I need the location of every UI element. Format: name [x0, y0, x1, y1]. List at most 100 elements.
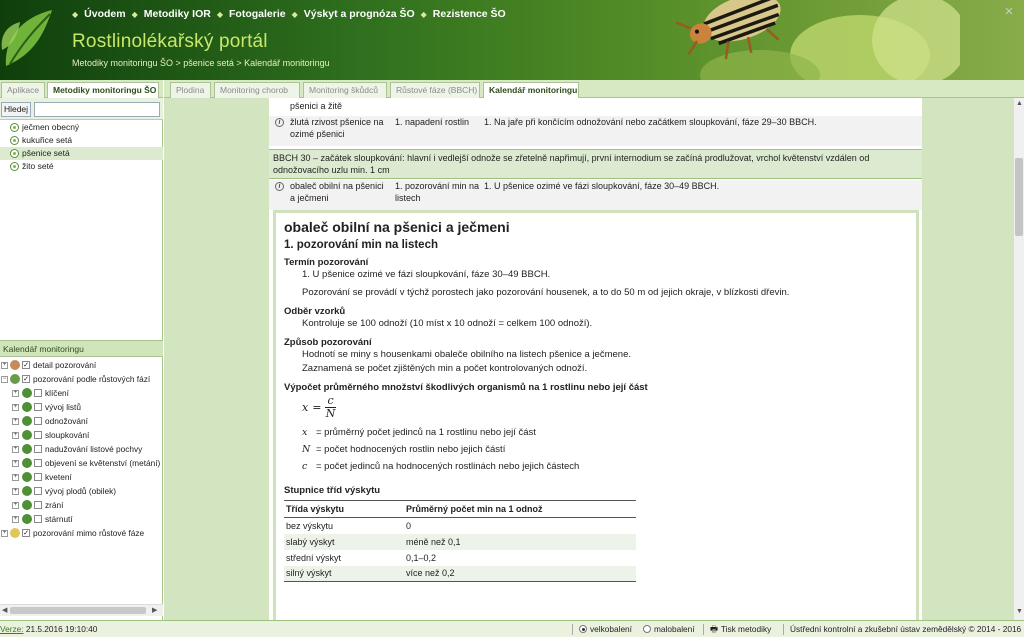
expand-icon[interactable]: + — [12, 474, 19, 481]
tree-node-naduzovani[interactable]: + nadužování listové pochvy — [0, 442, 163, 456]
expand-icon[interactable]: + — [1, 530, 8, 537]
radio-selected-icon[interactable] — [579, 625, 587, 633]
expand-icon[interactable]: + — [12, 516, 19, 523]
expand-icon[interactable]: + — [12, 390, 19, 397]
expand-icon[interactable]: + — [12, 502, 19, 509]
tab-plodina[interactable]: Plodina — [170, 82, 211, 98]
tab-aplikace[interactable]: Aplikace — [1, 82, 45, 98]
option-malobaleni[interactable]: malobalení — [643, 621, 695, 637]
page-title[interactable]: Rostlinolékařský portál — [72, 31, 268, 53]
tree-node-kliceni[interactable]: + klíčení — [0, 386, 163, 400]
tree-node-kveteni[interactable]: + kvetení — [0, 470, 163, 484]
detail-subtitle: 1. pozorování min na listech — [284, 239, 439, 251]
checkbox-icon[interactable] — [34, 501, 42, 509]
crop-radio-icon — [10, 136, 19, 145]
search-input[interactable] — [34, 102, 160, 117]
variable-definition: x = průměrný počet jedinců na 1 rostlinu … — [302, 427, 536, 438]
checkbox-icon[interactable] — [34, 445, 42, 453]
table-row: slabý výskyt méně než 0,1 — [284, 533, 636, 550]
tab-monitoring-chorob[interactable]: Monitoring chorob — [214, 82, 300, 98]
tree-node-vyvoj-listu[interactable]: + vývoj listů — [0, 400, 163, 414]
table-row: silný výskyt více než 0,2 — [284, 565, 636, 582]
tree-node-vyvoj-plodu[interactable]: + vývoj plodů (obilek) — [0, 484, 163, 498]
tree-node-detail-pozorovani[interactable]: + ✓ detail pozorování — [0, 358, 163, 372]
phase-icon — [22, 430, 32, 440]
checkbox-icon[interactable] — [34, 487, 42, 495]
nav-link-uvodem[interactable]: Úvodem — [84, 8, 125, 20]
search-button[interactable]: Hledej — [1, 102, 31, 117]
tab-kalendar-monitoringu[interactable]: Kalendář monitoringu — [483, 82, 579, 99]
expand-icon[interactable]: + — [1, 362, 8, 369]
phase-icon — [22, 444, 32, 454]
variable-legend: x = průměrný počet jedinců na 1 rostlinu … — [284, 424, 908, 475]
section-heading: Odběr vzorků — [284, 306, 346, 317]
checkbox-icon[interactable] — [34, 473, 42, 481]
tab-metodiky-monitoringu[interactable]: Metodiky monitoringu ŠO — [47, 82, 159, 99]
calendar-tree: + ✓ detail pozorování − ✓ pozorování pod… — [0, 358, 163, 540]
phase-icon — [22, 486, 32, 496]
expand-icon[interactable]: + — [12, 432, 19, 439]
scroll-right-icon[interactable]: ▶ — [152, 606, 157, 614]
print-button[interactable]: 🖶 Tisk metodiky — [710, 621, 771, 637]
scroll-left-icon[interactable]: ◀ — [2, 606, 7, 614]
version-info: Verze: 21.5.2016 19:10:40 — [0, 624, 98, 634]
crop-radio-icon — [10, 162, 19, 171]
checkbox-icon[interactable]: ✓ — [22, 375, 30, 383]
left-horizontal-scrollbar[interactable]: ◀ ▶ — [0, 604, 163, 616]
scroll-down-icon[interactable]: ▼ — [1016, 608, 1023, 615]
content-vertical-scrollbar[interactable]: ▲ ▼ — [1014, 98, 1024, 620]
expand-icon[interactable]: + — [12, 446, 19, 453]
expand-icon[interactable]: + — [12, 460, 19, 467]
checkbox-icon[interactable] — [34, 389, 42, 397]
checkbox-icon[interactable] — [34, 417, 42, 425]
nav-link-rezistence[interactable]: Rezistence ŠO — [433, 8, 506, 20]
tree-node-rustove-faze[interactable]: − ✓ pozorování podle růstových fází — [0, 372, 163, 386]
nav-link-fotogalerie[interactable]: Fotogalerie — [229, 8, 286, 20]
scroll-up-icon[interactable]: ▲ — [1016, 100, 1023, 107]
checkbox-icon[interactable] — [34, 431, 42, 439]
radio-icon[interactable] — [643, 625, 651, 633]
expand-icon[interactable]: + — [12, 488, 19, 495]
calendar-panel-header: Kalendář monitoringu — [0, 340, 163, 357]
crop-item-jecmen[interactable]: ječmen obecný — [0, 121, 163, 134]
close-icon[interactable]: ✕ — [1003, 6, 1015, 18]
expand-icon[interactable]: + — [12, 418, 19, 425]
table-row: střední výskyt 0,1–0,2 — [286, 552, 437, 563]
tree-node-zrani[interactable]: + zrání — [0, 498, 163, 512]
calendar-row[interactable]: i žlutá rzivost pšenice na ozimé pšenici… — [269, 116, 922, 146]
scrollbar-thumb[interactable] — [10, 607, 146, 614]
nav-link-vyskyt-prognoza[interactable]: Výskyt a prognóza ŠO — [304, 8, 415, 20]
variable-definition: N = počet hodnocených rostlin nebo jejich… — [302, 444, 506, 455]
checkbox-icon[interactable] — [34, 515, 42, 523]
methodology-detail-panel: obaleč obilní na pšenici a ječmeni 1. po… — [273, 210, 919, 620]
checkbox-icon[interactable] — [34, 459, 42, 467]
collapse-icon[interactable]: − — [1, 376, 8, 383]
folder-icon — [10, 528, 20, 538]
phase-icon — [22, 500, 32, 510]
tab-monitoring-skudcu[interactable]: Monitoring škůdců — [303, 82, 387, 98]
tree-node-starnuti[interactable]: + stárnutí — [0, 512, 163, 526]
section-heading: Způsob pozorování — [284, 337, 372, 348]
section-text: Zaznamená se počet zjištěných min a poče… — [302, 363, 588, 374]
tree-node-mimo-rustove-faze[interactable]: + ✓ pozorování mimo růstové fáze — [0, 526, 163, 540]
tab-rustove-faze[interactable]: Růstové fáze (BBCH) — [390, 82, 480, 98]
crop-radio-icon — [10, 123, 19, 132]
info-icon[interactable]: i — [275, 182, 284, 191]
bbch-banner: BBCH 30 – začátek sloupkování: hlavní i … — [269, 149, 922, 179]
crop-item-psenice[interactable]: pšenice setá — [0, 147, 163, 160]
crop-item-zito[interactable]: žito seté — [0, 160, 163, 173]
nav-link-metodiky-ior[interactable]: Metodiky IOR — [144, 8, 211, 20]
phase-icon — [22, 472, 32, 482]
calendar-row[interactable]: i obaleč obilní na pšenici a ječmeni 1. … — [269, 180, 922, 210]
scrollbar-thumb[interactable] — [1015, 158, 1023, 236]
info-icon[interactable]: i — [275, 118, 284, 127]
checkbox-icon[interactable]: ✓ — [22, 529, 30, 537]
option-velkobaleni[interactable]: velkobalení — [579, 621, 632, 637]
checkbox-icon[interactable] — [34, 403, 42, 411]
checkbox-icon[interactable]: ✓ — [22, 361, 30, 369]
tree-node-sloupkovani[interactable]: + sloupkování — [0, 428, 163, 442]
tree-node-metani[interactable]: + objevení se květenství (metání) — [0, 456, 163, 470]
expand-icon[interactable]: + — [12, 404, 19, 411]
crop-item-kukurice[interactable]: kukuřice setá — [0, 134, 163, 147]
tree-node-odnozovani[interactable]: + odnožování — [0, 414, 163, 428]
